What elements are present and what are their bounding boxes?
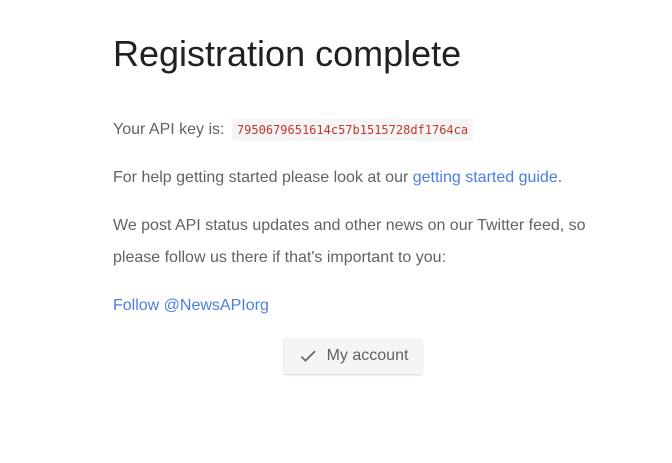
twitter-info-text: We post API status updates and other new… bbox=[113, 217, 586, 266]
follow-line: Follow @NewsAPIorg bbox=[113, 290, 269, 322]
help-suffix: . bbox=[557, 169, 563, 186]
page-title: Registration complete bbox=[113, 33, 462, 74]
api-key-value[interactable]: 7950679651614c57b1515728df1764ca bbox=[231, 119, 474, 141]
help-line: For help getting started please look at … bbox=[113, 162, 562, 194]
registration-content: Registration complete Your API key is: 7… bbox=[113, 32, 633, 314]
help-prefix: For help getting started please look at … bbox=[113, 169, 413, 186]
check-icon bbox=[298, 346, 318, 366]
my-account-button[interactable]: My account bbox=[284, 338, 422, 374]
api-key-line: Your API key is: 7950679651614c57b151572… bbox=[113, 114, 474, 146]
follow-twitter-link[interactable]: Follow @NewsAPIorg bbox=[113, 297, 269, 314]
api-key-label: Your API key is: bbox=[113, 121, 225, 138]
getting-started-guide-link[interactable]: getting started guide bbox=[413, 169, 558, 186]
my-account-label: My account bbox=[326, 347, 409, 364]
